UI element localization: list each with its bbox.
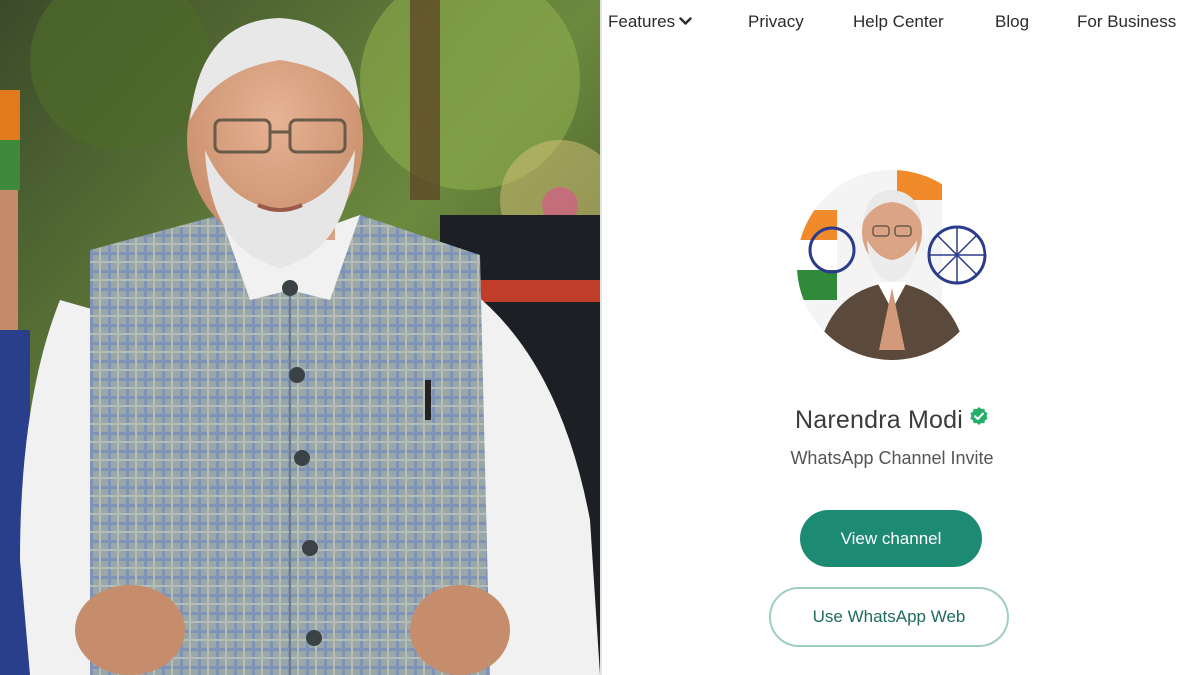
verified-badge-icon	[969, 404, 989, 433]
nav-features[interactable]: Features	[608, 12, 692, 32]
nav-for-business[interactable]: For Business	[1077, 12, 1176, 32]
channel-title-row: Narendra Modi	[602, 406, 1182, 435]
composite-image: Features Privacy Help Center Blog For Bu…	[0, 0, 1200, 675]
use-whatsapp-web-button[interactable]: Use WhatsApp Web	[769, 587, 1009, 647]
channel-invite-page: Features Privacy Help Center Blog For Bu…	[602, 0, 1200, 675]
chevron-down-icon	[679, 11, 692, 31]
view-channel-button[interactable]: View channel	[800, 510, 982, 567]
top-navigation: Features Privacy Help Center Blog For Bu…	[602, 0, 1200, 46]
nav-blog[interactable]: Blog	[995, 12, 1029, 32]
portrait-photo	[0, 0, 600, 675]
channel-subtitle: WhatsApp Channel Invite	[790, 448, 994, 468]
photo-illustration	[0, 0, 600, 675]
channel-avatar	[797, 170, 987, 360]
nav-privacy[interactable]: Privacy	[748, 12, 804, 32]
nav-features-label: Features	[608, 12, 676, 31]
avatar-illustration	[797, 170, 987, 360]
nav-help-center[interactable]: Help Center	[853, 12, 944, 32]
channel-name: Narendra Modi	[795, 406, 963, 434]
